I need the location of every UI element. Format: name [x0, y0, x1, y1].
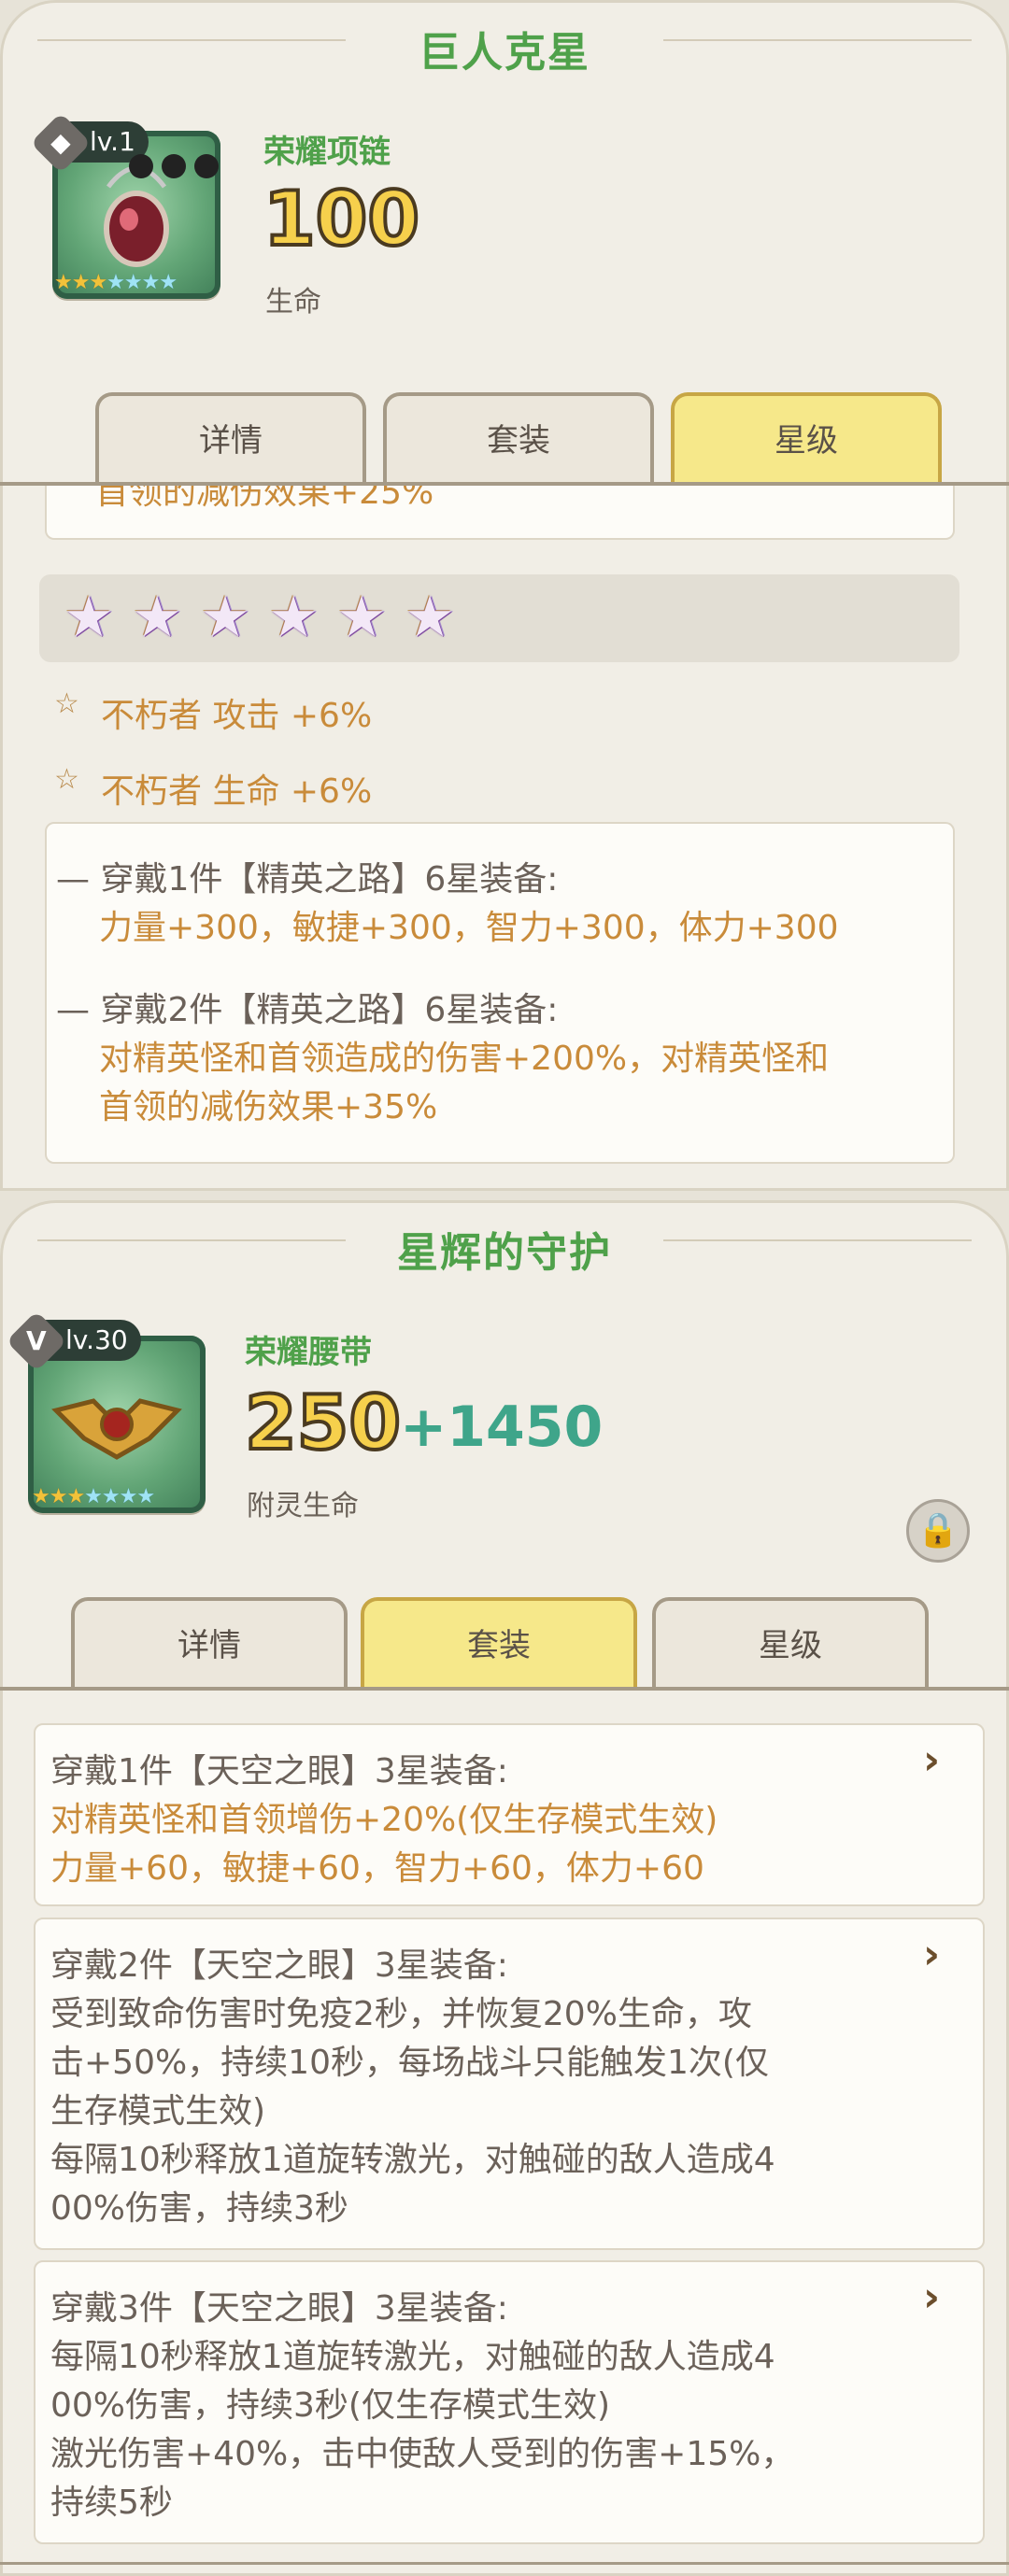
tab-details[interactable]: 详情 [71, 1597, 348, 1687]
set-tier-3-effect-line2: 00%伤害，持续3秒(仅生存模式生效) [50, 2386, 611, 2425]
set-tier-3-effect-line4: 持续5秒 [50, 2484, 173, 2522]
item-stars: ★★★★★★★ [54, 271, 178, 294]
clipped-text: 首领的减伤效果+25% [95, 486, 434, 512]
star-icon: ★ [405, 585, 455, 650]
item-icon-belt[interactable]: ★★★★★★★ [28, 1336, 206, 1513]
star-outline-icon: ☆ [54, 687, 79, 720]
set-tier-2-header: 穿戴2件【天空之眼】3星装备: [50, 1946, 508, 1985]
tab-set[interactable]: 套装 [361, 1597, 637, 1687]
panel-title: 巨人克星 [419, 29, 590, 77]
set-tier-2-effect-line1: 对精英怪和首领造成的伤害+200%，对精英怪和 [99, 1040, 830, 1078]
set-card-tier-3: 穿戴3件【天空之眼】3星装备: 每隔10秒释放1道旋转激光，对触碰的敌人造成4 … [34, 2260, 985, 2544]
chevron-right-icon[interactable]: › [923, 1931, 940, 1978]
stat-bonus: +1450 [400, 1394, 604, 1460]
set-bonus-card: — 穿戴1件【精英之路】6星装备: 力量+300，敏捷+300，智力+300，体… [45, 822, 955, 1164]
stat-label: 附灵生命 [247, 1490, 359, 1522]
set-tier-1-effect-line2: 力量+60，敏捷+60，智力+60，体力+60 [50, 1849, 704, 1888]
bonus-health: 不朽者 生命 +6% [101, 772, 373, 811]
set-tier-2-effect-line4: 每隔10秒释放1道旋转激光，对触碰的敌人造成4 [50, 2141, 775, 2179]
item-name: 荣耀项链 [263, 134, 391, 171]
tab-stars[interactable]: 星级 [652, 1597, 929, 1687]
set-tier-3-effect-line1: 每隔10秒释放1道旋转激光，对触碰的敌人造成4 [50, 2338, 775, 2376]
tab-details[interactable]: 详情 [95, 392, 366, 482]
set-tier-1-header: 穿戴1件【天空之眼】3星装备: [50, 1752, 508, 1790]
set-tier-1-header: — 穿戴1件【精英之路】6星装备: [56, 860, 559, 899]
set-tier-2-effect-line3: 生存模式生效) [50, 2092, 266, 2130]
star-icon: ★ [336, 585, 387, 650]
set-panel-star-guard: 星辉的守护 ★★★★★★★ lv.30 V 荣耀腰带 250 +1450 附灵生… [0, 1200, 1009, 2576]
chevron-right-icon[interactable]: › [923, 1736, 940, 1784]
item-name: 荣耀腰带 [245, 1334, 372, 1371]
star-icon: ★ [268, 585, 319, 650]
set-tier-3-effect-line3: 激光伤害+40%，击中使敌人受到的伤害+15%， [50, 2435, 795, 2473]
star-icon: ★ [200, 585, 250, 650]
tab-stars[interactable]: 星级 [671, 392, 942, 482]
star-outline-icon: ☆ [54, 763, 79, 796]
bottom-divider [0, 2562, 1009, 2565]
lock-icon[interactable]: 🔒 [906, 1499, 970, 1563]
stat-label: 生命 [265, 286, 321, 318]
star-icon: ★ [132, 585, 182, 650]
set-card-tier-2: 穿戴2件【天空之眼】3星装备: 受到致命伤害时免疫2秒，并恢复20%生命，攻 击… [34, 1918, 985, 2250]
set-panel-giant-slayer: 巨人克星 ★★★★★★★ lv.1 ◆ 荣耀项链 100 生命 详情 套装 星级… [0, 0, 1009, 1191]
socket-slots [129, 154, 220, 182]
set-tier-3-header: 穿戴3件【天空之眼】3星装备: [50, 2289, 508, 2328]
set-tier-2-effect-line1: 受到致命伤害时免疫2秒，并恢复20%生命，攻 [50, 1995, 752, 2033]
panel-title: 星辉的守护 [397, 1229, 612, 1277]
set-tier-1-effect-line1: 对精英怪和首领增伤+20%(仅生存模式生效) [50, 1801, 718, 1839]
tab-set[interactable]: 套装 [383, 392, 654, 482]
bonus-attack: 不朽者 攻击 +6% [101, 697, 373, 735]
set-tier-2-header: — 穿戴2件【精英之路】6星装备: [56, 991, 559, 1029]
set-tier-2-effect-line2: 击+50%，持续10秒，每场战斗只能触发1次(仅 [50, 2044, 769, 2082]
stat-value: 100 [262, 174, 421, 264]
set-tier-2-effect-line5: 00%伤害，持续3秒 [50, 2189, 348, 2228]
set-tier-1-effect: 力量+300，敏捷+300，智力+300，体力+300 [99, 909, 839, 947]
set-card-tier-1: 穿戴1件【天空之眼】3星装备: 对精英怪和首领增伤+20%(仅生存模式生效) 力… [34, 1723, 985, 1906]
clipped-set-card: 首领的减伤效果+25% [45, 486, 955, 540]
stat-value: 250 [243, 1378, 403, 1468]
tab-underline [0, 1687, 1009, 1691]
item-stars: ★★★★★★★ [32, 1485, 155, 1508]
set-tier-2-effect-line2: 首领的减伤效果+35% [99, 1088, 438, 1126]
chevron-right-icon[interactable]: › [923, 2273, 940, 2321]
star-icon: ★ [64, 585, 114, 650]
